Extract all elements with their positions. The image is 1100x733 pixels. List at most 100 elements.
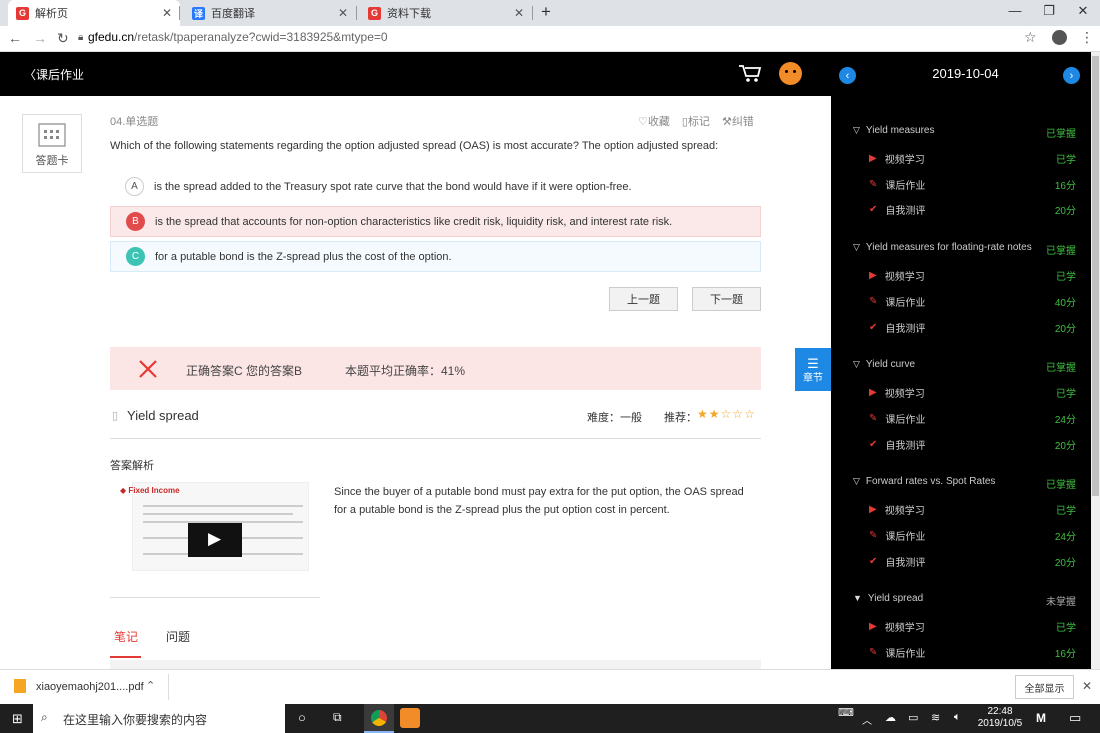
difficulty-label: 难度：一般: [587, 412, 642, 424]
reload-icon[interactable]: ↻: [57, 30, 69, 47]
bookmark-star-icon[interactable]: ☆: [1024, 29, 1037, 46]
play-icon: ▶: [208, 529, 222, 548]
option-text: for a putable bond is the Z-spread plus …: [155, 250, 452, 263]
tab-title: 资料下载: [387, 8, 431, 20]
tab-divider: [532, 6, 533, 20]
sidebar-item[interactable]: ✔ 自我测评: [869, 437, 925, 452]
video-thumbnail[interactable]: ◆ Fixed Income ▶: [120, 482, 309, 571]
task-view-icon[interactable]: ⧉: [333, 710, 342, 725]
input-method-icon[interactable]: M: [1036, 711, 1046, 725]
checkmark-icon: ✔: [869, 555, 878, 567]
section-status: 已掌握: [1046, 246, 1076, 258]
sidebar-section-4[interactable]: ▼ Yield spread: [853, 593, 923, 604]
sidebar-section-2[interactable]: ▽ Yield curve: [853, 359, 915, 370]
sidebar-item-label: 视频学习: [884, 272, 925, 284]
battery-icon[interactable]: ▭: [908, 711, 918, 724]
answer-result-text: 正确答案C 您的答案B: [186, 364, 303, 378]
avatar[interactable]: [779, 62, 802, 85]
download-filename[interactable]: xiaoyemaohj201....pdf: [36, 681, 144, 693]
video-play-icon: ▶: [869, 387, 877, 399]
forward-arrow-icon[interactable]: →: [33, 30, 47, 46]
tab-notes[interactable]: 笔记: [114, 628, 138, 645]
tab-translate[interactable]: 译 百度翻译 ✕: [184, 0, 356, 26]
star-filled-icon: ★: [708, 407, 720, 421]
recommend-label: 推荐：: [664, 412, 697, 424]
sidebar-item-value: 24分: [1054, 414, 1076, 426]
sidebar-item[interactable]: ▶ 视频学习: [869, 151, 925, 166]
minimize-button[interactable]: —: [1000, 3, 1030, 18]
sidebar-item[interactable]: ✔ 自我测评: [869, 202, 925, 217]
sidebar-item[interactable]: ✔ 自我测评: [869, 320, 925, 335]
chevron-up-icon[interactable]: ⌃: [146, 679, 155, 692]
sidebar-item[interactable]: ✎ 课后作业: [869, 177, 925, 192]
homework-pencil-icon: ✎: [869, 295, 878, 307]
next-question-button[interactable]: 下一题: [692, 287, 761, 311]
gfedu-app-icon[interactable]: [400, 708, 420, 728]
back-link[interactable]: 〈课后作业: [24, 66, 84, 83]
sidebar-item[interactable]: ▶ 视频学习: [869, 502, 925, 517]
back-arrow-icon[interactable]: ←: [8, 30, 22, 46]
prev-question-button[interactable]: 上一题: [609, 287, 678, 311]
sidebar-item[interactable]: ✎ 课后作业: [869, 294, 925, 309]
sidebar-section-3[interactable]: ▽ Forward rates vs. Spot Rates: [853, 476, 995, 487]
cortana-icon[interactable]: ○: [298, 710, 306, 725]
scrollbar-thumb[interactable]: [1092, 56, 1099, 496]
chevron-up-icon[interactable]: ︿: [862, 712, 872, 727]
close-icon[interactable]: ✕: [162, 6, 172, 20]
url-host: gfedu.cn: [88, 30, 135, 44]
section-status: 已掌握: [1046, 480, 1076, 492]
sidebar-item[interactable]: ✎ 课后作业: [869, 411, 925, 426]
volume-icon[interactable]: 🔈︎: [954, 711, 961, 724]
sidebar-item[interactable]: ▶ 视频学习: [869, 619, 925, 634]
close-icon[interactable]: ✕: [514, 6, 524, 20]
sidebar-item-label: 课后作业: [885, 180, 926, 192]
sidebar-section-1[interactable]: ▽ Yield measures for floating-rate notes: [853, 242, 1032, 253]
triangle-down-icon: ▼: [853, 593, 862, 604]
favorite-button[interactable]: ♡收藏: [638, 113, 670, 129]
sidebar-item[interactable]: ▶ 视频学习: [869, 268, 925, 283]
option-c[interactable]: C for a putable bond is the Z-spread plu…: [110, 241, 761, 272]
close-window-button[interactable]: ✕: [1068, 3, 1098, 19]
menu-dots-icon[interactable]: ⋮: [1080, 29, 1094, 46]
windows-start-icon[interactable]: ⊞: [12, 711, 23, 727]
close-icon[interactable]: ✕: [1082, 679, 1092, 693]
taskbar-clock[interactable]: 22:48 2019/10/5: [976, 706, 1024, 730]
cart-icon[interactable]: [738, 63, 762, 83]
sidebar-item-value: 24分: [1054, 532, 1076, 543]
play-button[interactable]: ▶: [188, 523, 242, 557]
option-letter: B: [126, 212, 145, 231]
sidebar-item-label: 课后作业: [885, 297, 926, 309]
tab-questions[interactable]: 问题: [166, 628, 190, 645]
chapter-button[interactable]: ☰ 章节: [795, 348, 831, 391]
option-b[interactable]: B is the spread that accounts for non-op…: [110, 206, 761, 237]
close-icon[interactable]: ✕: [338, 6, 348, 20]
taskbar-search[interactable]: ⌕ 在这里输入你要搜索的内容: [33, 704, 285, 733]
report-button[interactable]: ⚒纠错: [722, 113, 754, 129]
sidebar-item[interactable]: ▶ 视频学习: [869, 385, 925, 400]
tab-downloads[interactable]: G 资料下载 ✕: [360, 0, 532, 26]
sidebar-section-0[interactable]: ▽ Yield measures: [853, 125, 934, 136]
option-text: is the spread added to the Treasury spot…: [154, 180, 632, 193]
sidebar-item[interactable]: ✔ 自我测评: [869, 554, 925, 569]
profile-icon[interactable]: [1052, 30, 1067, 45]
keyboard-icon[interactable]: ⌨: [838, 706, 854, 719]
sidebar-item[interactable]: ✎ 课后作业: [869, 645, 925, 660]
wifi-icon[interactable]: ≋: [931, 711, 940, 724]
cloud-icon[interactable]: ☁: [885, 711, 896, 724]
maximize-button[interactable]: ❐: [1034, 3, 1064, 19]
show-all-button[interactable]: 全部显示: [1015, 675, 1074, 699]
notification-icon[interactable]: ▭: [1069, 710, 1081, 726]
tab-analysis[interactable]: G 解析页 ✕: [8, 0, 180, 26]
active-tab-underline: [110, 656, 141, 658]
recommend-stars: ★ ★ ☆ ☆ ☆: [697, 407, 755, 421]
chrome-taskbar-button[interactable]: [364, 704, 394, 733]
video-brand: ◆ Fixed Income: [120, 486, 180, 495]
answer-card-button[interactable]: 答题卡: [22, 114, 82, 173]
answer-sheet-icon: [38, 123, 66, 147]
page-scrollbar[interactable]: [1091, 52, 1100, 669]
sidebar-item[interactable]: ✎ 课后作业: [869, 528, 925, 543]
new-tab-button[interactable]: +: [541, 2, 551, 22]
option-a[interactable]: A is the spread added to the Treasury sp…: [110, 171, 761, 202]
url-field[interactable]: gfedu.cn/retask/tpaperanalyze?cwid=31839…: [88, 30, 388, 44]
mark-button[interactable]: ▯标记: [682, 113, 710, 129]
